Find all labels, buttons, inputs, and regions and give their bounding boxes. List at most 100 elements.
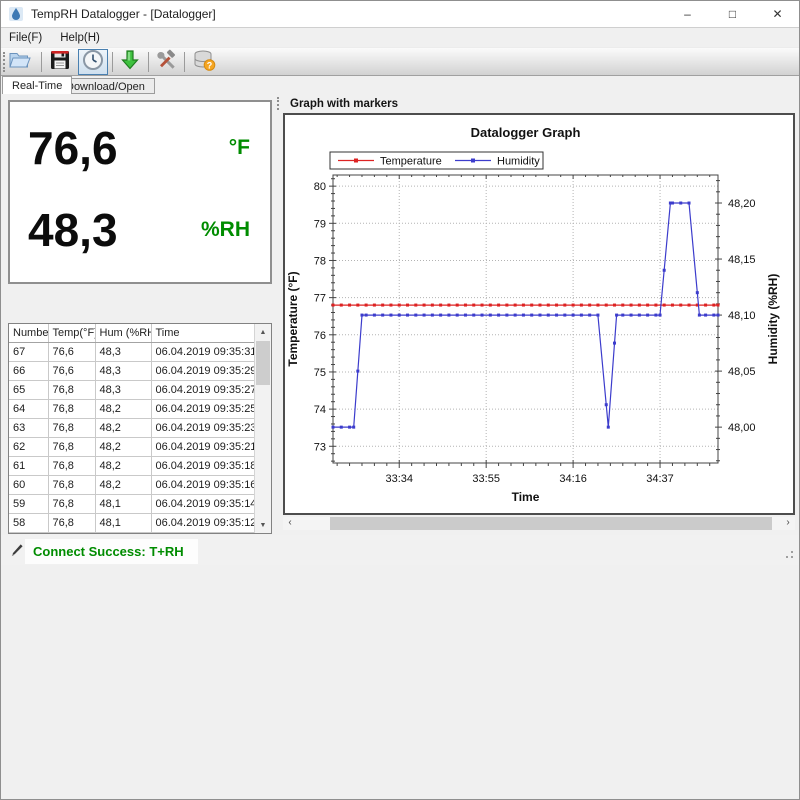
- toolbar-separator: [184, 52, 185, 72]
- svg-text:Humidity (%RH): Humidity (%RH): [766, 274, 780, 365]
- table-cell: 62: [9, 438, 48, 457]
- table-cell: 76,6: [48, 362, 95, 381]
- scroll-right-arrow[interactable]: ›: [781, 517, 795, 530]
- close-button[interactable]: ✕: [755, 0, 800, 27]
- humidity-readout: 48,3 %RH: [28, 194, 250, 266]
- graph-hscrollbar[interactable]: ‹ ›: [283, 517, 795, 530]
- table-row[interactable]: 6576,848,306.04.2019 09:35:27: [9, 381, 254, 400]
- title-bar: TempRH Datalogger - [Datalogger] – □ ✕: [0, 0, 800, 28]
- svg-text:78: 78: [314, 255, 326, 267]
- svg-text:Humidity: Humidity: [497, 156, 540, 168]
- scroll-up-arrow[interactable]: ▲: [255, 324, 271, 340]
- column-header-hum[interactable]: Hum (%RH): [95, 324, 151, 343]
- toolbar-separator: [112, 52, 113, 72]
- svg-text:Temperature: Temperature: [380, 156, 442, 168]
- log-table-panel: Number Temp(°F) Hum (%RH) Time 6776,648,…: [8, 323, 272, 534]
- table-cell: 06.04.2019 09:35:27: [151, 381, 254, 400]
- toolbar: ?: [0, 47, 800, 76]
- svg-text:33:55: 33:55: [472, 473, 500, 485]
- table-cell: 06.04.2019 09:35:23: [151, 419, 254, 438]
- status-bar: Connect Success: T+RH: [0, 535, 800, 565]
- table-cell: 06.04.2019 09:35:29: [151, 362, 254, 381]
- log-table: Number Temp(°F) Hum (%RH) Time 6776,648,…: [9, 324, 254, 533]
- menu-bar: File(F) Help(H): [0, 29, 800, 47]
- table-row[interactable]: 6376,848,206.04.2019 09:35:23: [9, 419, 254, 438]
- table-cell: 58: [9, 514, 48, 533]
- table-row[interactable]: 5876,848,106.04.2019 09:35:12: [9, 514, 254, 533]
- svg-text:79: 79: [314, 218, 326, 230]
- table-cell: 06.04.2019 09:35:25: [151, 400, 254, 419]
- table-cell: 48,2: [95, 457, 151, 476]
- table-cell: 48,2: [95, 419, 151, 438]
- menu-file[interactable]: File(F): [0, 30, 51, 46]
- save-floppy-icon: [48, 48, 72, 77]
- table-row[interactable]: 6476,848,206.04.2019 09:35:25: [9, 400, 254, 419]
- readout-panel: 76,6 °F 48,3 %RH: [8, 100, 272, 284]
- svg-text:48,10: 48,10: [728, 310, 756, 322]
- save-button[interactable]: [45, 49, 75, 75]
- column-header-number[interactable]: Number: [9, 324, 48, 343]
- table-cell: 06.04.2019 09:35:12: [151, 514, 254, 533]
- svg-text:76: 76: [314, 330, 326, 342]
- download-button[interactable]: [115, 49, 145, 75]
- graph-panel-label: Graph with markers: [290, 98, 398, 110]
- toolbar-separator: [41, 52, 42, 72]
- hscroll-thumb[interactable]: [330, 517, 772, 530]
- table-cell: 48,2: [95, 438, 151, 457]
- table-row[interactable]: 6776,648,306.04.2019 09:35:31: [9, 343, 254, 362]
- table-cell: 66: [9, 362, 48, 381]
- clock-button[interactable]: [78, 49, 108, 75]
- table-cell: 60: [9, 476, 48, 495]
- minimize-button[interactable]: –: [665, 0, 710, 27]
- table-cell: 76,8: [48, 495, 95, 514]
- svg-text:34:37: 34:37: [646, 473, 674, 485]
- table-row[interactable]: 6676,648,306.04.2019 09:35:29: [9, 362, 254, 381]
- table-cell: 76,8: [48, 438, 95, 457]
- svg-text:33:34: 33:34: [385, 473, 413, 485]
- download-arrow-icon: [118, 48, 142, 77]
- database-help-button[interactable]: ?: [187, 49, 221, 75]
- svg-text:48,20: 48,20: [728, 198, 756, 210]
- table-header-row: Number Temp(°F) Hum (%RH) Time: [9, 324, 254, 343]
- menu-help[interactable]: Help(H): [51, 30, 109, 46]
- table-cell: 76,8: [48, 381, 95, 400]
- column-header-temp[interactable]: Temp(°F): [48, 324, 95, 343]
- table-row[interactable]: 6276,848,206.04.2019 09:35:21: [9, 438, 254, 457]
- humidity-value: 48,3: [28, 203, 118, 257]
- database-question-icon: ?: [190, 48, 218, 77]
- maximize-button[interactable]: □: [710, 0, 755, 27]
- datalogger-chart: 737475767778798048,0048,0548,1048,1548,2…: [285, 115, 793, 513]
- scroll-down-arrow[interactable]: ▼: [255, 517, 271, 533]
- svg-text:80: 80: [314, 181, 326, 193]
- table-cell: 06.04.2019 09:35:31: [151, 343, 254, 362]
- panel-grip[interactable]: [277, 97, 281, 110]
- table-cell: 48,2: [95, 476, 151, 495]
- resize-grip[interactable]: [782, 547, 794, 559]
- settings-button[interactable]: [151, 49, 181, 75]
- table-cell: 06.04.2019 09:35:16: [151, 476, 254, 495]
- table-scrollbar[interactable]: ▲ ▼: [254, 324, 271, 533]
- table-row[interactable]: 6076,848,206.04.2019 09:35:16: [9, 476, 254, 495]
- window-title: TempRH Datalogger - [Datalogger]: [31, 7, 216, 21]
- app-icon: [8, 6, 24, 22]
- table-cell: 67: [9, 343, 48, 362]
- scroll-left-arrow[interactable]: ‹: [283, 517, 297, 530]
- table-row[interactable]: 6176,848,206.04.2019 09:35:18: [9, 457, 254, 476]
- table-row[interactable]: 5976,848,106.04.2019 09:35:14: [9, 495, 254, 514]
- svg-text:48,05: 48,05: [728, 366, 756, 378]
- table-cell: 48,3: [95, 362, 151, 381]
- column-header-time[interactable]: Time: [151, 324, 254, 343]
- tab-real-time[interactable]: Real-Time: [2, 76, 72, 94]
- open-file-button[interactable]: [5, 49, 35, 75]
- hscroll-track[interactable]: [297, 517, 781, 530]
- svg-text:Datalogger Graph: Datalogger Graph: [471, 125, 581, 140]
- table-cell: 48,1: [95, 495, 151, 514]
- table-cell: 48,2: [95, 400, 151, 419]
- scrollbar-thumb[interactable]: [256, 341, 270, 385]
- svg-text:74: 74: [314, 404, 326, 416]
- svg-text:?: ?: [207, 60, 213, 70]
- svg-text:75: 75: [314, 367, 326, 379]
- humidity-unit: %RH: [201, 218, 250, 242]
- svg-text:77: 77: [314, 293, 326, 305]
- table-cell: 06.04.2019 09:35:18: [151, 457, 254, 476]
